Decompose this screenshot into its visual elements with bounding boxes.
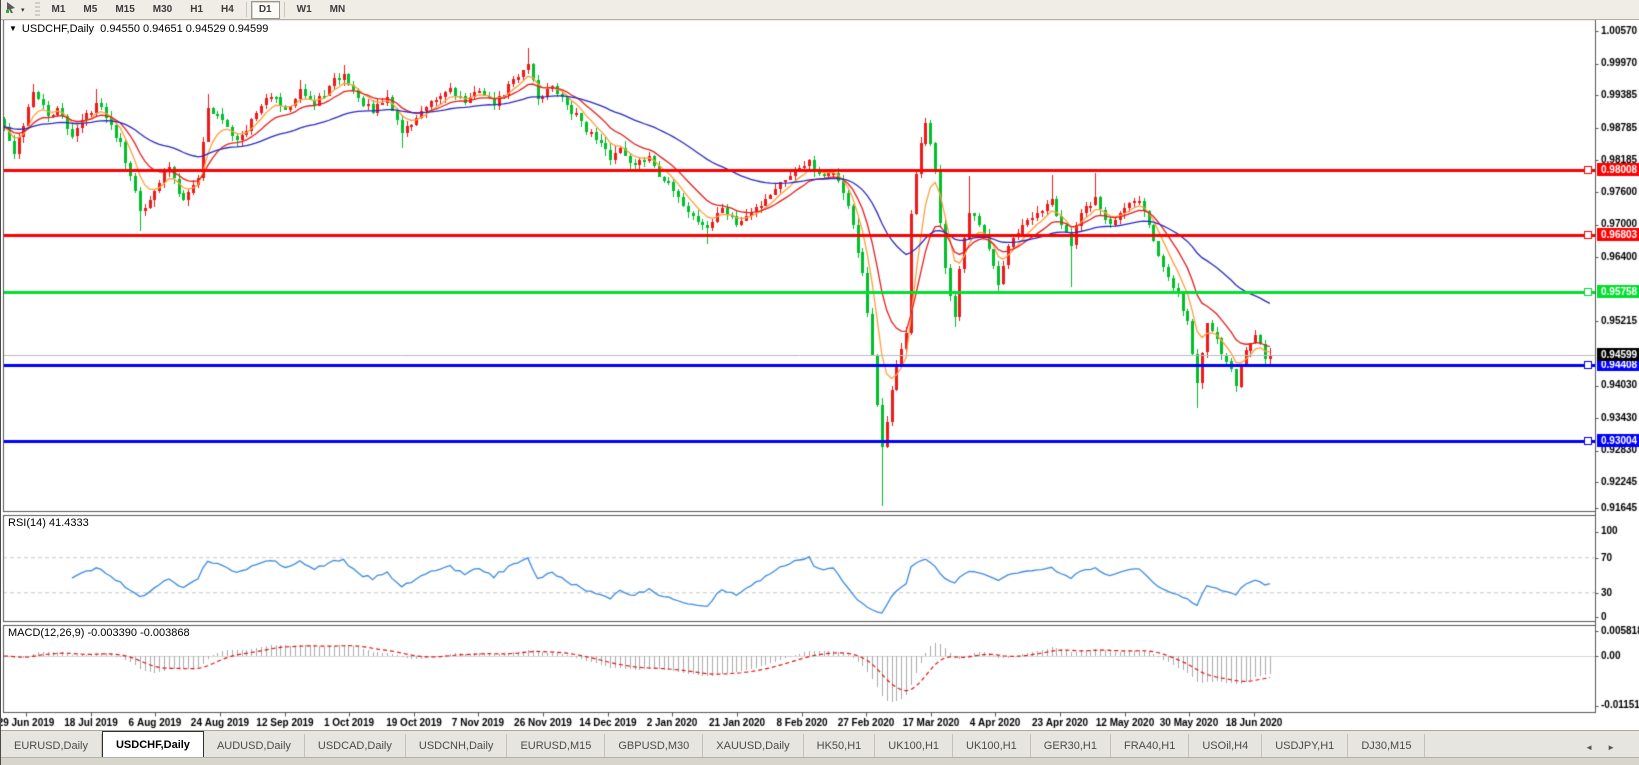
tf-H4[interactable]: H4 [213,1,242,19]
status-strip [1,757,1639,765]
tab-eurusd-daily[interactable]: EURUSD,Daily [1,734,102,758]
trading-platform-window: ▾ M1 M5 M15 M30 H1 H4 D1 W1 MN ▼ USDCHF,D… [0,0,1639,765]
price-chart-canvas[interactable] [1,0,1639,765]
tf-M1[interactable]: M1 [44,1,74,19]
chart-dropdown-icon[interactable]: ▼ [9,24,17,33]
cursor-tool-icon [5,1,18,19]
tab-audusd-daily[interactable]: AUDUSD,Daily [204,734,305,758]
tf-M15[interactable]: M15 [107,1,142,19]
chevron-down-icon: ▾ [21,6,25,14]
tab-usdcnh-daily[interactable]: USDCNH,Daily [406,734,508,758]
macd-indicator-label: MACD(12,26,9) -0.003390 -0.003868 [8,627,190,639]
toolbar-grip[interactable] [34,2,40,17]
tab-uk100-h1[interactable]: UK100,H1 [875,734,954,758]
toolbar-separator [283,2,285,17]
tab-scroll-left-icon[interactable]: ◄ [1585,743,1607,752]
tab-scroll-right-icon[interactable]: ► [1607,743,1629,752]
tab-gbpusd-m30[interactable]: GBPUSD,M30 [605,734,704,758]
tab-xauusd-daily[interactable]: XAUUSD,Daily [703,734,804,758]
tab-hk50-h1[interactable]: HK50,H1 [804,734,876,758]
chart-symbol-label: USDCHF,Daily [21,23,95,35]
rsi-indicator-label: RSI(14) 41.4333 [8,517,89,529]
toolbar-separator [245,2,247,17]
chart-ohlc-values: 0.94550 0.94651 0.94529 0.94599 [100,23,269,35]
tab-fra40-h1[interactable]: FRA40,H1 [1111,734,1190,758]
tab-scroll-arrows[interactable]: ◄► [1585,743,1629,752]
tab-usoil-h4[interactable]: USOil,H4 [1189,734,1263,758]
tf-M30[interactable]: M30 [145,1,180,19]
tab-usdjpy-h1[interactable]: USDJPY,H1 [1262,734,1349,758]
tab-ger30-h1[interactable]: GER30,H1 [1031,734,1111,758]
tf-MN[interactable]: MN [322,1,354,19]
tf-H1[interactable]: H1 [182,1,211,19]
tab-eurusd-m15[interactable]: EURUSD,M15 [507,734,606,758]
tf-D1[interactable]: D1 [250,0,280,19]
chart-title: ▼ USDCHF,Daily 0.94550 0.94651 0.94529 0.… [9,23,268,35]
tf-M5[interactable]: M5 [75,1,105,19]
chart-tab-bar: EURUSD,Daily USDCHF,Daily AUDUSD,Daily U… [1,730,1639,758]
tab-usdcad-daily[interactable]: USDCAD,Daily [305,734,406,758]
tf-W1[interactable]: W1 [289,1,320,19]
tab-uk100-h1-2[interactable]: UK100,H1 [953,734,1031,758]
cursor-tool-button[interactable]: ▾ [1,1,29,18]
timeframe-toolbar: ▾ M1 M5 M15 M30 H1 H4 D1 W1 MN [1,0,1639,20]
tab-usdchf-daily[interactable]: USDCHF,Daily [101,731,204,758]
tab-dj30-m15[interactable]: DJ30,M15 [1348,734,1426,758]
